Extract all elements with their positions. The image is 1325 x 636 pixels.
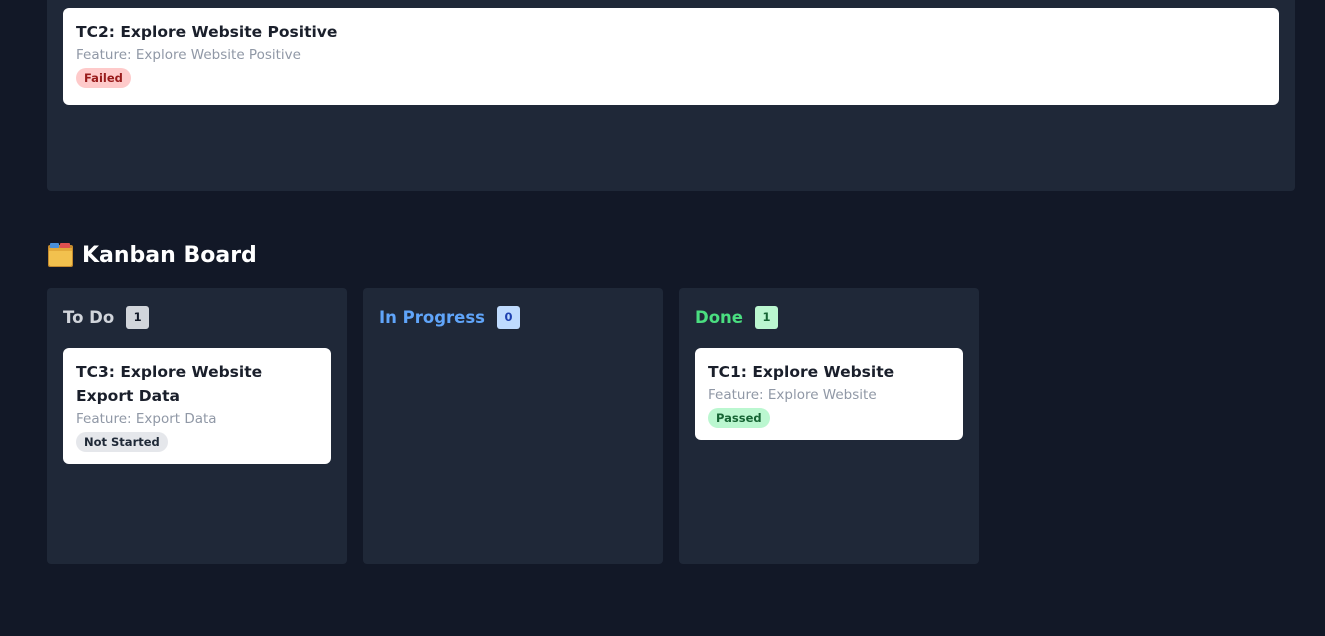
column-title-in-progress: In Progress <box>379 308 485 327</box>
test-case-card[interactable]: TC3: Explore Website Export Data Feature… <box>63 348 331 464</box>
column-count-in-progress: 0 <box>496 306 520 329</box>
test-case-title: TC1: Explore Website <box>708 363 895 381</box>
status-badge-not-started: Not Started <box>76 432 168 452</box>
column-title-todo: To Do <box>63 308 115 327</box>
status-badge-failed: Failed <box>76 68 131 88</box>
status-badge-passed: Passed <box>708 408 770 428</box>
test-case-title: TC2: Explore Website Positive <box>76 23 338 41</box>
column-in-progress: In Progress 0 <box>363 288 663 564</box>
column-header-todo: To Do 1 <box>63 306 150 329</box>
column-count-todo: 1 <box>126 306 150 329</box>
test-case-feature: Feature: Explore Website <box>708 387 877 403</box>
test-case-card[interactable]: TC2: Explore Website Positive Feature: E… <box>63 8 1279 105</box>
column-todo: To Do 1 TC3: Explore Website Export Data… <box>47 288 347 564</box>
test-case-feature: Feature: Export Data <box>76 411 217 427</box>
column-header-in-progress: In Progress 0 <box>379 306 520 329</box>
column-done: Done 1 TC1: Explore Website Feature: Exp… <box>679 288 979 564</box>
column-title-done: Done <box>695 308 743 327</box>
test-case-card[interactable]: TC1: Explore Website Feature: Explore We… <box>695 348 963 440</box>
column-count-done: 1 <box>754 306 778 329</box>
kanban-board-heading: Kanban Board <box>47 238 257 272</box>
test-case-title: TC3: Explore Website Export Data <box>76 363 263 405</box>
column-header-done: Done 1 <box>695 306 778 329</box>
test-case-feature: Feature: Explore Website Positive <box>76 47 301 63</box>
card-index-dividers-icon <box>48 243 73 267</box>
kanban-board-title: Kanban Board <box>82 242 257 268</box>
failed-results-panel: TC2: Explore Website Positive Feature: E… <box>47 0 1295 191</box>
